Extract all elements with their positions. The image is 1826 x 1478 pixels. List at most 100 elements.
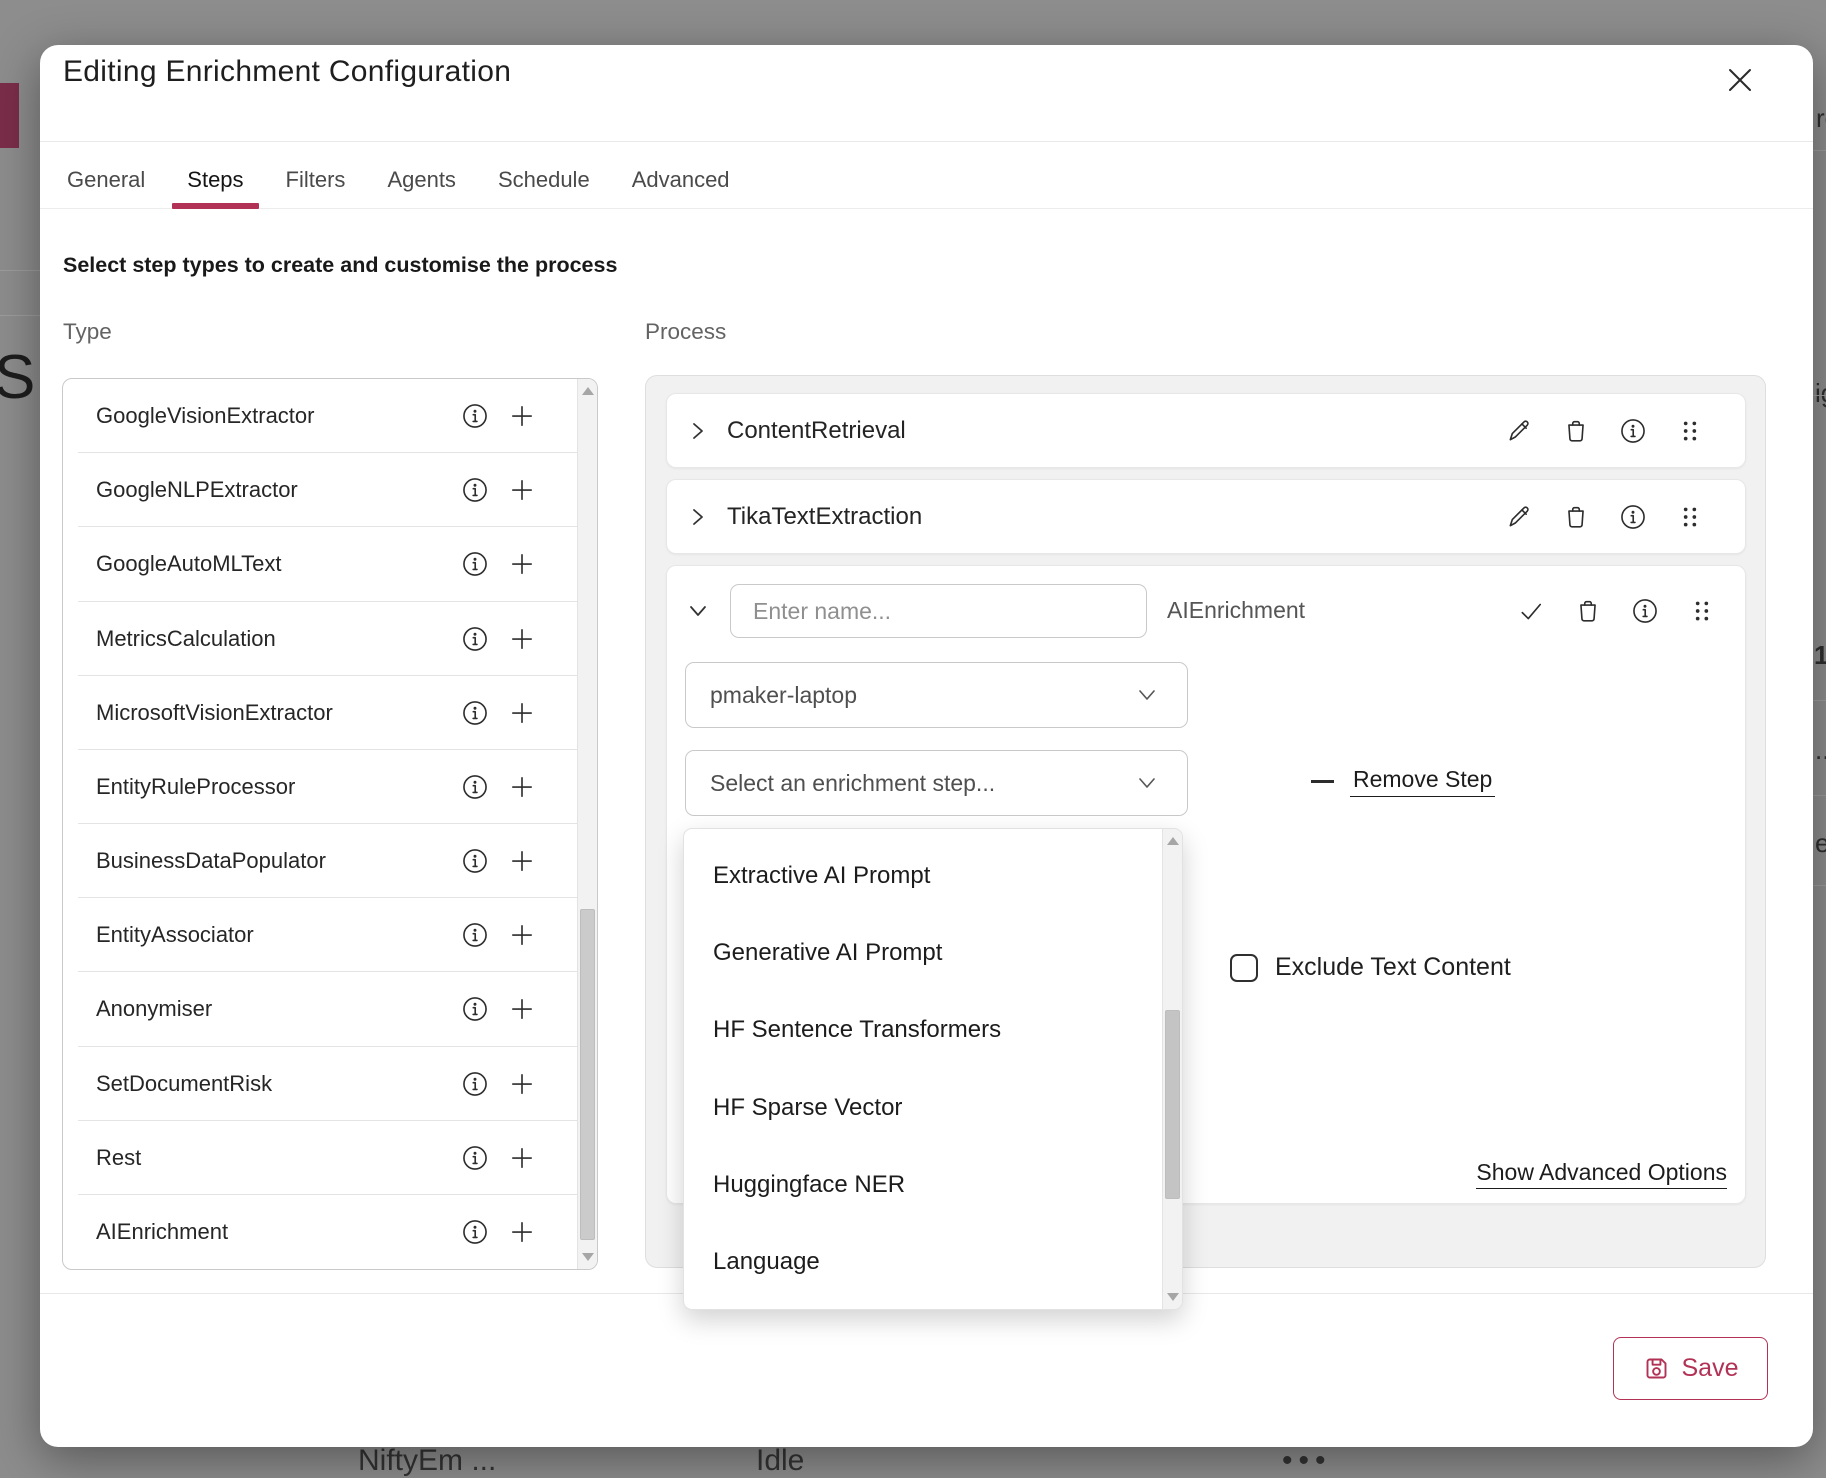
- type-name: AIEnrichment: [96, 1219, 462, 1245]
- tab-filters[interactable]: Filters: [286, 152, 346, 208]
- info-icon[interactable]: [462, 700, 488, 726]
- process-step-card: ContentRetrieval: [666, 393, 1746, 468]
- tab-advanced[interactable]: Advanced: [632, 152, 730, 208]
- step-type-list: GoogleVisionExtractor GoogleNLPExtractor…: [62, 378, 598, 1270]
- scroll-down-arrow-icon[interactable]: [1167, 1293, 1179, 1301]
- expand-chevron-icon[interactable]: [687, 420, 709, 442]
- delete-trash-icon[interactable]: [1563, 504, 1589, 530]
- dropdown-option[interactable]: Generative AI Prompt: [684, 914, 1162, 991]
- type-name: BusinessDataPopulator: [96, 848, 462, 874]
- dialog-tabs: General Steps Filters Agents Schedule Ad…: [40, 142, 1813, 209]
- add-step-icon[interactable]: [509, 848, 535, 874]
- add-step-icon[interactable]: [509, 477, 535, 503]
- background-row-line: [1813, 885, 1826, 886]
- background-table-cell: •••: [1282, 1444, 1332, 1478]
- edit-pencil-icon[interactable]: [1506, 418, 1532, 444]
- add-step-icon[interactable]: [509, 403, 535, 429]
- type-name: MetricsCalculation: [96, 626, 462, 652]
- list-item: EntityAssociator: [63, 898, 577, 972]
- show-advanced-options-link[interactable]: Show Advanced Options: [1476, 1159, 1727, 1189]
- info-icon[interactable]: [462, 774, 488, 800]
- drag-handle-icon[interactable]: [1689, 598, 1715, 624]
- add-step-icon[interactable]: [509, 700, 535, 726]
- add-step-icon[interactable]: [509, 996, 535, 1022]
- confirm-check-icon[interactable]: [1518, 598, 1544, 624]
- dropdown-scrollbar[interactable]: [1162, 829, 1182, 1309]
- info-icon[interactable]: [1620, 504, 1646, 530]
- info-icon[interactable]: [462, 996, 488, 1022]
- dropdown-option[interactable]: Huggingface NER: [684, 1146, 1162, 1223]
- list-item: EntityRuleProcessor: [63, 750, 577, 824]
- type-name: GoogleAutoMLText: [96, 551, 462, 577]
- dialog-title: Editing Enrichment Configuration: [63, 55, 511, 89]
- add-step-icon[interactable]: [509, 774, 535, 800]
- step-name: TikaTextExtraction: [727, 503, 922, 531]
- info-icon[interactable]: [462, 848, 488, 874]
- drag-handle-icon[interactable]: [1677, 418, 1703, 444]
- scrollbar-thumb[interactable]: [1165, 1010, 1180, 1199]
- dropdown-option[interactable]: HF Sentence Transformers: [684, 992, 1162, 1069]
- info-icon[interactable]: [462, 403, 488, 429]
- dropdown-option[interactable]: Language: [684, 1224, 1162, 1301]
- background-text-fragment: e:: [1815, 828, 1826, 859]
- info-icon[interactable]: [462, 477, 488, 503]
- type-list-scrollbar[interactable]: [577, 379, 597, 1269]
- dropdown-option[interactable]: HF Sparse Vector: [684, 1069, 1162, 1146]
- agent-select[interactable]: pmaker-laptop: [685, 662, 1188, 728]
- scroll-up-arrow-icon[interactable]: [1167, 837, 1179, 845]
- tab-schedule[interactable]: Schedule: [498, 152, 590, 208]
- add-step-icon[interactable]: [509, 1071, 535, 1097]
- save-button[interactable]: Save: [1613, 1337, 1768, 1400]
- tab-steps[interactable]: Steps: [187, 152, 243, 208]
- background-text-fragment: ig: [1815, 378, 1826, 409]
- background-row-line: [1813, 150, 1826, 151]
- add-step-icon[interactable]: [509, 1219, 535, 1245]
- tab-agents[interactable]: Agents: [387, 152, 456, 208]
- list-item: MicrosoftVisionExtractor: [63, 676, 577, 750]
- delete-trash-icon[interactable]: [1563, 418, 1589, 444]
- type-name: GoogleVisionExtractor: [96, 403, 462, 429]
- scroll-up-arrow-icon[interactable]: [582, 387, 594, 395]
- step-name-input[interactable]: [730, 584, 1147, 638]
- background-text-fragment: ..: [1815, 735, 1826, 766]
- delete-trash-icon[interactable]: [1575, 598, 1601, 624]
- enrichment-step-dropdown: Extractive AI Prompt Generative AI Promp…: [683, 828, 1183, 1310]
- add-step-icon[interactable]: [509, 1145, 535, 1171]
- type-name: EntityRuleProcessor: [96, 774, 462, 800]
- info-icon[interactable]: [462, 1071, 488, 1097]
- collapse-chevron-icon[interactable]: [687, 600, 709, 622]
- tab-general[interactable]: General: [67, 152, 145, 208]
- info-icon[interactable]: [462, 1145, 488, 1171]
- drag-handle-icon[interactable]: [1677, 504, 1703, 530]
- list-item: GoogleVisionExtractor: [63, 379, 577, 453]
- close-icon[interactable]: [1722, 62, 1758, 98]
- info-icon[interactable]: [1632, 598, 1658, 624]
- background-table-cell: NiftyEm ...: [358, 1444, 496, 1478]
- scrollbar-thumb[interactable]: [580, 909, 595, 1240]
- enrichment-step-select[interactable]: Select an enrichment step...: [685, 750, 1188, 816]
- background-row-line: [1813, 795, 1826, 796]
- add-step-icon[interactable]: [509, 551, 535, 577]
- type-name: MicrosoftVisionExtractor: [96, 700, 462, 726]
- background-row-line: [1813, 395, 1826, 396]
- exclude-text-checkbox[interactable]: [1230, 954, 1258, 982]
- chevron-down-icon: [1137, 685, 1157, 705]
- info-icon[interactable]: [462, 922, 488, 948]
- info-icon[interactable]: [462, 551, 488, 577]
- list-item: GoogleAutoMLText: [63, 527, 577, 601]
- remove-step-button[interactable]: Remove Step: [1311, 766, 1495, 797]
- list-item: Rest: [63, 1121, 577, 1195]
- dropdown-option[interactable]: Extractive AI Prompt: [684, 837, 1162, 914]
- edit-pencil-icon[interactable]: [1506, 504, 1532, 530]
- list-item: BusinessDataPopulator: [63, 824, 577, 898]
- expand-chevron-icon[interactable]: [687, 506, 709, 528]
- scroll-down-arrow-icon[interactable]: [582, 1253, 594, 1261]
- add-step-icon[interactable]: [509, 922, 535, 948]
- agent-select-value: pmaker-laptop: [710, 682, 857, 709]
- add-step-icon[interactable]: [509, 626, 535, 652]
- info-icon[interactable]: [462, 1219, 488, 1245]
- info-icon[interactable]: [462, 626, 488, 652]
- info-icon[interactable]: [1620, 418, 1646, 444]
- enrichment-select-placeholder: Select an enrichment step...: [710, 770, 995, 797]
- background-row-line: [0, 315, 40, 316]
